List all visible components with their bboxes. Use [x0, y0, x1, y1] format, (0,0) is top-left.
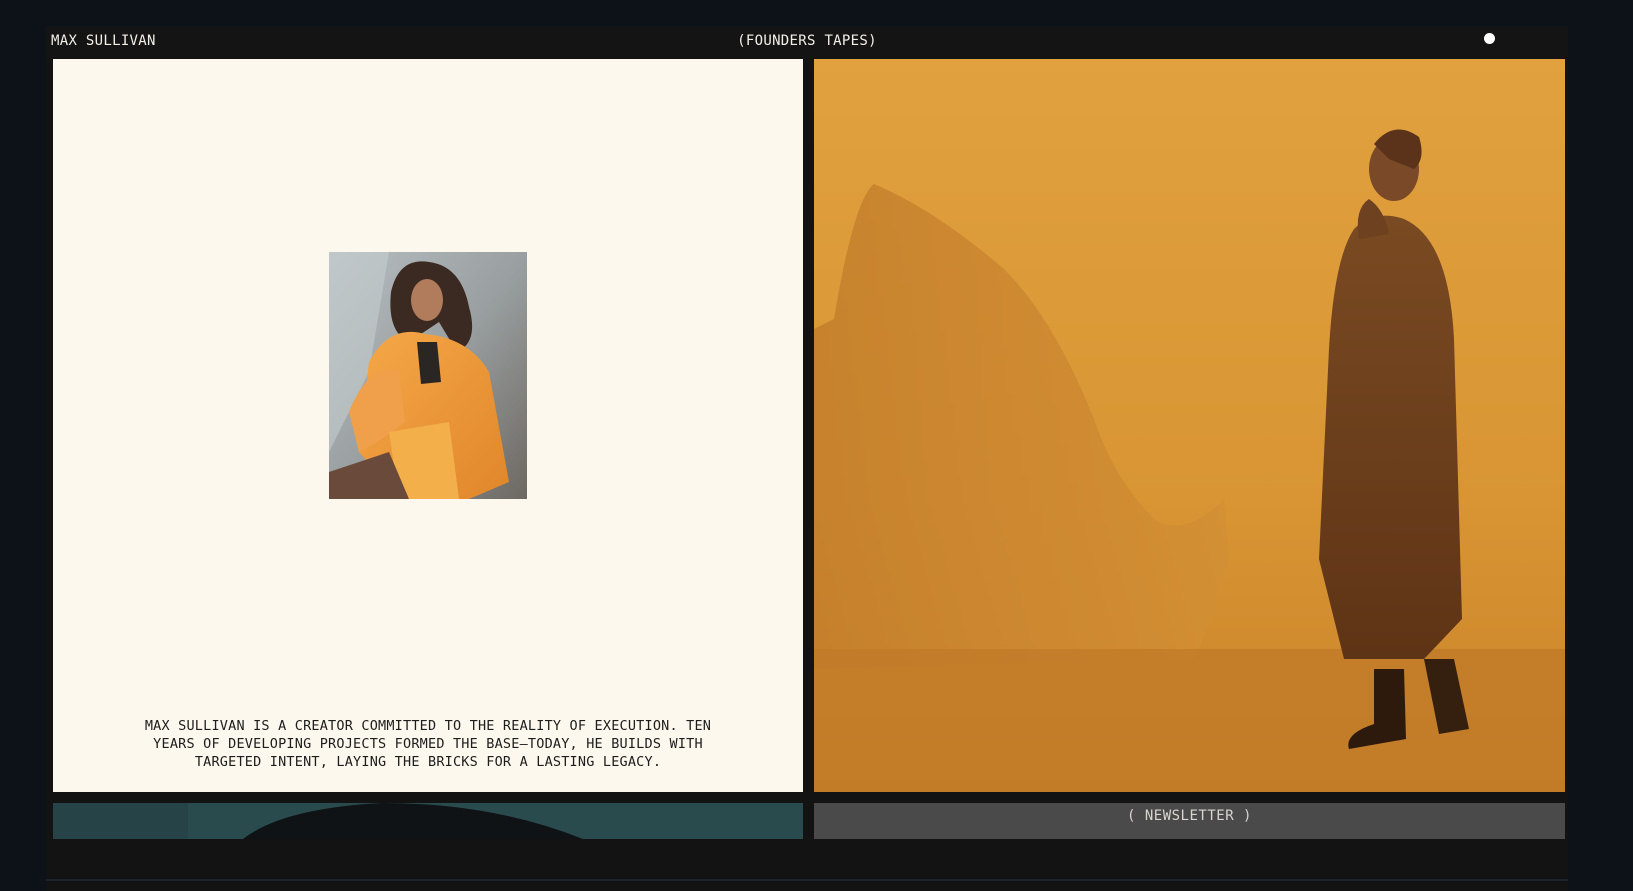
intro-panel: MAX SULLIVAN IS A CREATOR COMMITTED TO T…	[53, 59, 803, 792]
bio-text: MAX SULLIVAN IS A CREATOR COMMITTED TO T…	[144, 718, 712, 770]
page-title[interactable]: (FOUNDERS TAPES)	[46, 30, 1568, 52]
top-bar: MAX SULLIVAN (FOUNDERS TAPES)	[46, 26, 1568, 58]
divider	[46, 879, 1568, 881]
next-image-illustration	[53, 803, 803, 839]
hero-illustration	[814, 59, 1565, 792]
hero-image	[814, 59, 1565, 792]
portrait-image	[329, 252, 527, 499]
next-image-preview[interactable]	[53, 803, 803, 839]
status-dot-icon[interactable]	[1484, 33, 1495, 44]
page-frame: MAX SULLIVAN (FOUNDERS TAPES) MAX SULLIV…	[46, 26, 1568, 891]
portrait-illustration	[329, 252, 527, 499]
newsletter-button[interactable]: ( NEWSLETTER )	[814, 803, 1565, 839]
